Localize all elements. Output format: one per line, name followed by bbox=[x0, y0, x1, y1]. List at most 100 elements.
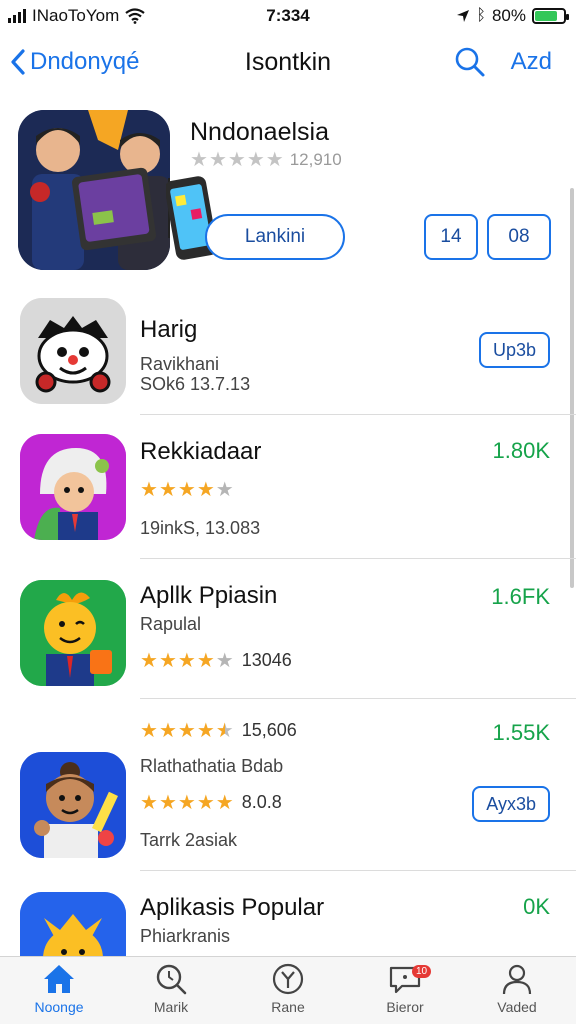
star-icon: ★ bbox=[215, 649, 234, 672]
tab-messages[interactable]: 10 Bieror bbox=[350, 963, 460, 1015]
star-icon: ★ bbox=[177, 649, 196, 672]
app-name: Apllk Ppiasin bbox=[140, 582, 278, 609]
star-icon: ★ bbox=[158, 791, 177, 814]
app-icon bbox=[20, 434, 126, 540]
divider bbox=[140, 870, 576, 871]
notification-badge: 10 bbox=[412, 965, 432, 978]
list-item[interactable]: Rekkiadaar 1.80K ★ ★ ★ ★ ★ 19inkS, 13.083 bbox=[0, 420, 576, 560]
tab-search[interactable]: Marik bbox=[116, 963, 226, 1015]
rating-stars: ★ ★ ★ ★ ★ bbox=[140, 793, 234, 813]
divider bbox=[140, 698, 576, 699]
star-icon: ★ bbox=[208, 149, 227, 171]
app-price: 1.6FK bbox=[491, 584, 550, 609]
app-price: 1.80K bbox=[492, 438, 551, 463]
search-icon bbox=[455, 47, 485, 77]
featured-app-name: Nndonaelsia bbox=[190, 118, 329, 146]
star-icon: ★ bbox=[190, 149, 208, 171]
star-icon: ★ bbox=[215, 791, 234, 814]
app-icon bbox=[20, 892, 126, 956]
app-rating: ★ ★ ★ ★ ★ 15,606 bbox=[140, 720, 297, 741]
list-item[interactable]: Aplikasis Popular 0K Phiarkranis bbox=[0, 876, 576, 956]
list-item[interactable]: Apllk Ppiasin 1.6FK Rapulal ★ ★ ★ ★ ★ 13046 bbox=[0, 564, 576, 700]
rating-stars: ★ ★ ★ ★ ★ bbox=[140, 651, 234, 671]
rating-count: 13046 bbox=[241, 650, 292, 670]
rating-count: 12,910 bbox=[289, 150, 342, 169]
star-icon: ★ bbox=[246, 149, 265, 171]
tab-label: Noonge bbox=[34, 999, 84, 1015]
get-button[interactable]: Lankini bbox=[205, 214, 345, 260]
featured-rating: ★ ★ ★ ★ ★ 12,910 bbox=[190, 150, 342, 170]
app-icon bbox=[20, 752, 126, 858]
battery-fill bbox=[535, 11, 558, 21]
tab-label: Vaded bbox=[497, 999, 537, 1015]
app-rating: ★ ★ ★ ★ ★ 13046 bbox=[140, 650, 292, 671]
battery-icon bbox=[532, 8, 569, 24]
page-title: Isontkin bbox=[244, 48, 332, 76]
star-icon: ★ bbox=[215, 479, 234, 501]
star-icon: ★ bbox=[158, 719, 177, 742]
update-button[interactable]: Up3b bbox=[478, 332, 550, 368]
option-button-1[interactable]: 14 bbox=[424, 214, 478, 260]
home-icon bbox=[44, 965, 74, 993]
star-icon: ★ bbox=[158, 479, 177, 501]
app-rating-secondary: ★ ★ ★ ★ ★ 8.0.8 bbox=[140, 792, 282, 813]
star-icon: ★ bbox=[140, 719, 158, 742]
app-price: 1.55K bbox=[492, 720, 551, 745]
app-name: Harig bbox=[140, 316, 198, 343]
star-icon: ★ bbox=[196, 479, 215, 501]
app-price: 0K bbox=[523, 894, 550, 919]
star-icon: ★ bbox=[177, 479, 196, 501]
app-icon bbox=[20, 580, 126, 686]
rating-count: 15,606 bbox=[241, 720, 297, 740]
search-button[interactable] bbox=[454, 46, 486, 83]
rating-stars: ★ ★ ★ ★ ★ bbox=[190, 150, 284, 170]
star-icon: ★ bbox=[140, 791, 158, 814]
tab-label: Rane bbox=[271, 999, 305, 1015]
app-icon bbox=[20, 298, 126, 404]
tab-bar: Noonge Marik Rane 10 Bieror Vaded bbox=[0, 956, 576, 1024]
rating-stars: ★ ★ ★ ★ ★ bbox=[140, 721, 234, 741]
star-icon: ★ bbox=[196, 719, 215, 742]
rating-stars: ★ ★ ★ ★ ★ bbox=[140, 480, 234, 500]
app-name: Aplikasis Popular bbox=[140, 894, 325, 921]
star-icon: ★ bbox=[177, 791, 196, 814]
app-subtitle: Phiarkranis bbox=[140, 926, 231, 946]
star-icon: ★ bbox=[196, 791, 215, 814]
app-name: Rekkiadaar bbox=[140, 438, 262, 465]
tab-favorites[interactable]: Rane bbox=[233, 963, 343, 1015]
add-button[interactable]: Azd bbox=[511, 48, 552, 76]
battery-percent: 80% bbox=[491, 6, 526, 25]
option-button-2[interactable]: 08 bbox=[487, 214, 551, 260]
app-meta: SOk6 13.7.13 bbox=[140, 374, 251, 394]
search-icon bbox=[156, 964, 187, 995]
star-icon: ★ bbox=[196, 649, 215, 672]
star-icon: ★ bbox=[158, 649, 177, 672]
status-bar: INaoToYom 7:334 ᛒ 80% bbox=[0, 0, 576, 34]
featured-app[interactable]: Nndonaelsia ★ ★ ★ ★ ★ 12,910 Lankini 14 08 bbox=[0, 108, 576, 288]
star-icon bbox=[272, 963, 304, 995]
app-subtitle: Ravikhani bbox=[140, 354, 220, 374]
tab-label: Marik bbox=[153, 999, 189, 1015]
app-meta: 19inkS, 13.083 bbox=[140, 518, 261, 538]
nav-bar: Dndonyqé Isontkin Azd bbox=[0, 40, 576, 86]
person-icon bbox=[502, 964, 532, 995]
star-icon: ★ bbox=[227, 149, 246, 171]
app-rating: ★ ★ ★ ★ ★ bbox=[140, 480, 234, 500]
list-item[interactable]: Harig Ravikhani SOk6 13.7.13 Up3b bbox=[0, 296, 576, 416]
rating-count: 8.0.8 bbox=[241, 792, 282, 812]
bluetooth-icon: ᛒ bbox=[476, 7, 486, 24]
app-subtitle: Rapulal bbox=[140, 614, 202, 634]
divider bbox=[140, 414, 576, 415]
location-icon bbox=[457, 10, 470, 22]
star-icon: ★ bbox=[140, 649, 158, 672]
divider bbox=[140, 558, 576, 559]
app-subtitle: Rlathathatia Bdab bbox=[140, 756, 284, 776]
featured-app-icon bbox=[18, 110, 170, 270]
list-item[interactable]: ★ ★ ★ ★ ★ 15,606 1.55K Rlathathatia Bdab ★ ★ ★… bbox=[0, 704, 576, 872]
tab-home[interactable]: Noonge bbox=[4, 963, 114, 1015]
star-icon: ★ bbox=[265, 149, 284, 171]
star-icon: ★ bbox=[140, 479, 158, 501]
star-icon: ★ bbox=[177, 719, 196, 742]
install-button[interactable]: Ayx3b bbox=[472, 786, 550, 822]
tab-profile[interactable]: Vaded bbox=[462, 963, 572, 1015]
